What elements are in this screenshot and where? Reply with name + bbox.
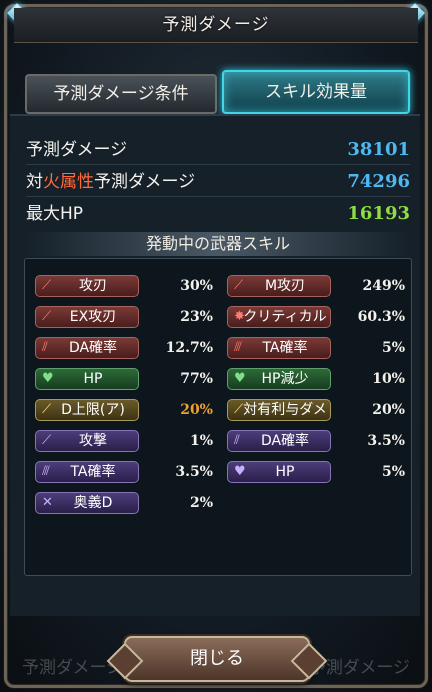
- stat-label-suffix: 予測ダメージ: [94, 172, 196, 192]
- stat-label: 対火属性予測ダメージ: [26, 168, 195, 196]
- skill-badge: ✸ クリティカル: [227, 306, 331, 328]
- tab-skill-effects[interactable]: スキル効果量: [222, 70, 410, 114]
- skill-label: 攻撃: [79, 433, 107, 449]
- stat-row-forecast-damage: 予測ダメージ 38101: [26, 136, 410, 164]
- skill-value: 30%: [180, 278, 213, 294]
- skill-value: 5%: [381, 464, 405, 480]
- skill-row: ⟋ EX攻刃 23%: [35, 306, 217, 330]
- skill-row: ⫻ TA確率 3.5%: [35, 461, 217, 485]
- heart-icon: ♥: [234, 464, 246, 479]
- skill-value: 249%: [362, 278, 405, 294]
- triple-slash-icon: ⫻: [42, 464, 50, 479]
- stat-label: 予測ダメージ: [26, 140, 128, 160]
- double-slash-icon: ⫽: [234, 433, 240, 448]
- skill-effects-panel: 予測ダメージ 38101 対火属性予測ダメージ 74296 最大HP 16193…: [10, 114, 420, 616]
- skill-label: 攻刃: [79, 278, 107, 294]
- skill-row: ⟋ D上限(ア) 20%: [35, 399, 217, 423]
- skill-row: ⟋ 対有利与ダメ 20%: [227, 399, 409, 423]
- close-button[interactable]: 閉じる: [124, 636, 310, 682]
- skill-badge: ⟋ D上限(ア): [35, 399, 139, 421]
- skill-badge: ♥ HP減少: [227, 368, 331, 390]
- skill-value: 5%: [381, 340, 405, 356]
- stat-value: 74296: [347, 171, 410, 192]
- skill-label: DA確率: [260, 433, 310, 449]
- skill-label: M攻刃: [264, 278, 306, 294]
- skill-badge: ⫻ TA確率: [227, 337, 331, 359]
- skill-label: 対有利与ダメ: [243, 402, 327, 418]
- skill-value: 1%: [189, 433, 213, 449]
- skill-row: ⫽ DA確率 3.5%: [227, 430, 409, 454]
- skill-row: ♥ HP 5%: [227, 461, 409, 485]
- skill-row: ⫻ TA確率 5%: [227, 337, 409, 361]
- tab-damage-conditions[interactable]: 予測ダメージ条件: [25, 74, 217, 114]
- skill-value: 23%: [180, 309, 213, 325]
- skill-badge: ✕ 奥義D: [35, 492, 139, 514]
- triple-slash-icon: ⫻: [234, 340, 242, 355]
- weapon-skill-list: ⟋ 攻刃 30% ⟋ EX攻刃 23% ⫽ DA確率 12.7% ♥ HP 77% ⟋ D上限(ア) 20%…: [24, 258, 412, 576]
- heart-icon: ♥: [234, 371, 246, 386]
- sword-up-icon: ⟋: [42, 402, 52, 417]
- skill-label: 奥義D: [73, 495, 113, 511]
- skill-value: 77%: [180, 371, 213, 387]
- skill-row: ♥ HP減少 10%: [227, 368, 409, 392]
- burst-icon: ✸: [234, 309, 245, 324]
- skill-label: D上限(ア): [61, 402, 125, 418]
- skill-row: ⟋ 攻撃 1%: [35, 430, 217, 454]
- skill-badge: ⫽ DA確率: [35, 337, 139, 359]
- skill-label: TA確率: [70, 464, 116, 480]
- skill-label: HP: [275, 464, 295, 480]
- element-highlight: 火属性: [43, 172, 94, 192]
- sword-icon: ⟋: [42, 433, 52, 448]
- skill-row: ⫽ DA確率 12.7%: [35, 337, 217, 361]
- skill-badge: ⟋ M攻刃: [227, 275, 331, 297]
- skill-row: ✕ 奥義D 2%: [35, 492, 217, 516]
- divider: [26, 164, 410, 165]
- sword-up-icon: ⟋: [234, 402, 244, 417]
- skill-row: ✸ クリティカル 60.3%: [227, 306, 409, 330]
- skill-label: TA確率: [262, 340, 308, 356]
- skill-label: DA確率: [68, 340, 118, 356]
- skill-badge: ♥ HP: [227, 461, 331, 483]
- skill-value: 2%: [189, 495, 213, 511]
- stat-label: 最大HP: [26, 204, 84, 224]
- skill-badge: ♥ HP: [35, 368, 139, 390]
- skill-row: ⟋ M攻刃 249%: [227, 275, 409, 299]
- stat-row-fire-damage: 対火属性予測ダメージ 74296: [26, 168, 410, 196]
- skill-value: 60.3%: [357, 309, 405, 325]
- skill-row: ⟋ 攻刃 30%: [35, 275, 217, 299]
- skill-label: HP減少: [261, 371, 309, 387]
- skill-value: 10%: [372, 371, 405, 387]
- skill-label: HP: [83, 371, 103, 387]
- damage-forecast-dialog: 予測ダメージ 予測ダメージ条件 スキル効果量 予測ダメージ 38101 対火属性…: [0, 0, 432, 692]
- skill-value: 3.5%: [367, 433, 405, 449]
- background-label: 予測ダメージ: [22, 658, 124, 678]
- skill-badge: ⟋ 対有利与ダメ: [227, 399, 331, 421]
- stat-row-max-hp: 最大HP 16193: [26, 200, 410, 228]
- sword-icon: ⟋: [234, 278, 244, 293]
- sword-icon: ⟋: [42, 309, 52, 324]
- divider: [26, 196, 410, 197]
- skill-badge: ⫻ TA確率: [35, 461, 139, 483]
- section-title: 発動中の武器スキル: [26, 232, 410, 256]
- stat-label-prefix: 対: [26, 172, 43, 192]
- skill-value: 20%: [180, 402, 213, 418]
- dialog-title: 予測ダメージ: [14, 8, 418, 43]
- cross-swords-icon: ✕: [42, 495, 53, 510]
- skill-badge: ⟋ 攻撃: [35, 430, 139, 452]
- double-slash-icon: ⫽: [42, 340, 48, 355]
- sword-icon: ⟋: [42, 278, 52, 293]
- stat-value: 38101: [347, 139, 410, 160]
- stat-value: 16193: [347, 203, 410, 224]
- skill-row: ♥ HP 77%: [35, 368, 217, 392]
- skill-badge: ⟋ EX攻刃: [35, 306, 139, 328]
- skill-label: EX攻刃: [69, 309, 117, 325]
- skill-value: 20%: [372, 402, 405, 418]
- skill-value: 3.5%: [175, 464, 213, 480]
- skill-label: クリティカル: [243, 309, 327, 325]
- skill-badge: ⟋ 攻刃: [35, 275, 139, 297]
- heart-icon: ♥: [42, 371, 54, 386]
- skill-value: 12.7%: [165, 340, 213, 356]
- skill-badge: ⫽ DA確率: [227, 430, 331, 452]
